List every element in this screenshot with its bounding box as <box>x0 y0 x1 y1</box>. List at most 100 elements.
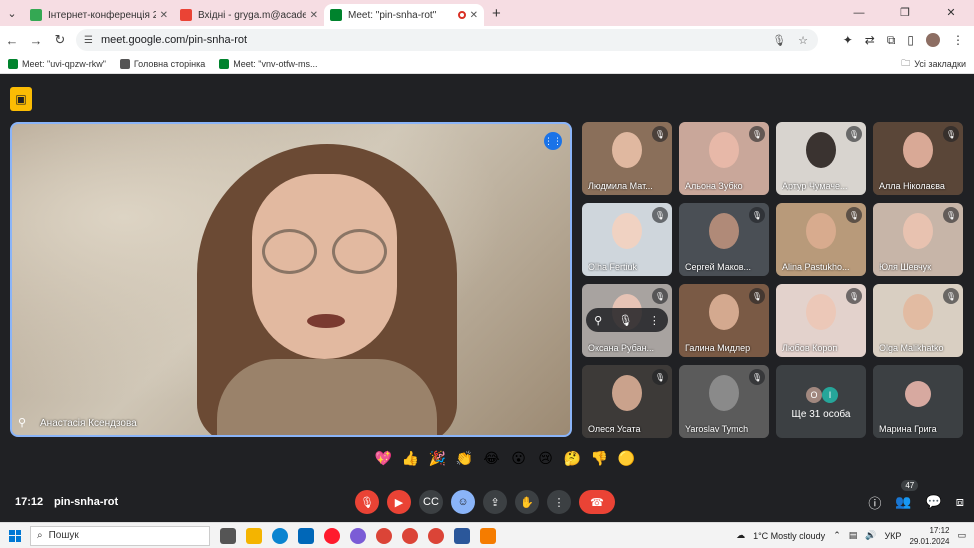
more-options-button[interactable]: ⋮ <box>547 490 571 514</box>
new-tab-button[interactable]: + <box>492 5 501 22</box>
participant-tile[interactable]: 🎙 Любов Короп <box>776 284 866 357</box>
bookmark-item[interactable]: Головна сторінка <box>119 58 205 69</box>
speaker-tile[interactable]: ⋮⋮ ⚲ Анастасія Ксендзова <box>10 122 572 437</box>
network-icon[interactable]: ▤ <box>849 530 858 541</box>
more-options-icon[interactable]: ⋮ <box>649 314 660 327</box>
pin-icon[interactable]: ⚲ <box>18 416 26 429</box>
participant-tile[interactable]: 🎙 Alina Pastukho... <box>776 203 866 276</box>
participant-tile[interactable]: 🎙 Yaroslav Tymch <box>679 365 769 438</box>
forward-icon[interactable]: → <box>24 33 48 48</box>
participant-tile[interactable]: 🎙 Алла Ніколаєва <box>873 122 963 195</box>
participant-tile[interactable]: 🎙 ⚲ 🎙 ⋮ Оксана Рубан... <box>582 284 672 357</box>
menu-dots-icon[interactable]: ⋮ <box>952 33 964 47</box>
mic-icon[interactable]: 🎙 <box>772 34 786 47</box>
reaction-emoji-button[interactable]: 🎉 <box>428 450 447 467</box>
tab-meet[interactable]: Meet: "pin-snha-rot" ✕ <box>324 4 484 26</box>
translate-icon[interactable]: ⇄ <box>865 33 875 47</box>
close-icon[interactable]: ✕ <box>310 10 318 21</box>
clock-time: 17:12 <box>929 525 950 535</box>
all-bookmarks[interactable]: 🗀 Усі закладки <box>901 56 966 72</box>
pin-icon[interactable]: ⚲ <box>594 314 602 327</box>
presentation-icon[interactable]: ▣ <box>10 87 32 111</box>
edge-icon[interactable] <box>272 527 288 544</box>
bookmark-item[interactable]: Meet: "vnv-otfw-ms... <box>219 58 317 69</box>
participant-tile[interactable]: 🎙 Юля Шевчук <box>873 203 963 276</box>
bookmark-star-icon[interactable]: ☆ <box>798 34 808 47</box>
participant-tile[interactable]: 🎙 Альона Зубко <box>679 122 769 195</box>
people-button[interactable]: 👥 47 <box>895 480 919 510</box>
activities-icon[interactable]: ⧈ <box>956 494 964 510</box>
mail-icon[interactable] <box>298 527 314 544</box>
viber-icon[interactable] <box>350 527 366 544</box>
tab-conference[interactable]: Інтернет-конференція 2024 - ✕ <box>24 4 174 26</box>
mic-off-button[interactable]: 🎙 <box>355 490 379 514</box>
participant-tile[interactable]: 🎙 Сергей Маков... <box>679 203 769 276</box>
bookmark-item[interactable]: Meet: "uvi-qpzw-rkw" <box>8 58 106 69</box>
app-icon[interactable] <box>480 527 496 544</box>
tab-gmail[interactable]: Вхідні - gryga.m@academia.vn ✕ <box>174 4 324 26</box>
reaction-emoji-button[interactable]: 😂 <box>482 450 501 467</box>
participant-tile[interactable]: 🎙 Артур Чумаче... <box>776 122 866 195</box>
volume-icon[interactable]: 🔊 <box>865 530 876 541</box>
minimize-icon[interactable]: — <box>836 0 882 26</box>
participant-face <box>612 132 642 168</box>
leave-call-button[interactable]: ☎ <box>579 490 615 514</box>
tab-search-icon[interactable]: ⌄ <box>0 0 24 26</box>
reaction-emoji-button[interactable]: 🟡 <box>617 450 636 467</box>
profile-avatar[interactable] <box>926 33 940 47</box>
chrome-icon[interactable] <box>428 527 444 544</box>
close-icon[interactable]: ✕ <box>470 10 478 21</box>
camera-off-button[interactable]: ▶ <box>387 490 411 514</box>
close-window-icon[interactable]: ✕ <box>928 0 974 26</box>
participant-tile[interactable]: 🎙 Людмила Мат... <box>582 122 672 195</box>
raise-hand-button[interactable]: ✋ <box>515 490 539 514</box>
language-indicator[interactable]: УКР <box>884 531 901 541</box>
task-view-icon[interactable] <box>220 527 236 544</box>
chat-icon[interactable]: 💬 <box>926 494 942 510</box>
captions-button[interactable]: CC <box>419 490 443 514</box>
puzzle-icon[interactable]: ⧉ <box>887 33 896 48</box>
reaction-emoji-button[interactable]: 😢 <box>536 450 555 467</box>
maximize-icon[interactable]: ❐ <box>882 0 928 26</box>
participant-face <box>806 294 836 330</box>
site-info-icon[interactable]: ☰ <box>84 35 93 46</box>
emoji-button[interactable]: ☺ <box>451 490 475 514</box>
reaction-emoji-button[interactable]: 👎 <box>590 450 609 467</box>
file-explorer-icon[interactable] <box>246 527 262 544</box>
info-icon[interactable]: ⓘ <box>868 493 881 512</box>
recording-icon <box>457 11 466 19</box>
address-bar[interactable]: ☰ meet.google.com/pin-snha-rot 🎙 ☆ <box>76 29 818 51</box>
participant-tile[interactable]: 🎙 Галина Мидлер <box>679 284 769 357</box>
participant-tile[interactable]: 🎙 Olha Fertiuk <box>582 203 672 276</box>
reaction-emoji-button[interactable]: 👏 <box>455 450 474 467</box>
tray-expand-icon[interactable]: ⌃ <box>833 530 841 541</box>
participant-face <box>903 132 933 168</box>
reaction-emoji-button[interactable]: 🤔 <box>563 450 582 467</box>
taskbar-search-input[interactable]: ⌕ Пошук <box>30 525 210 546</box>
participant-face <box>709 375 739 411</box>
reaction-emoji-button[interactable]: 💖 <box>374 450 393 467</box>
window-controls: — ❐ ✕ <box>836 0 974 26</box>
reaction-emoji-button[interactable]: 😮 <box>509 450 528 467</box>
windows-start-icon[interactable] <box>0 529 30 542</box>
opera-icon[interactable] <box>324 527 340 544</box>
clock[interactable]: 17:12 29.01.2024 <box>909 525 949 547</box>
chrome-icon[interactable] <box>402 527 418 544</box>
more-participants-tile[interactable]: O I Ще 31 особа <box>776 365 866 438</box>
reload-icon[interactable]: ↻ <box>48 32 72 48</box>
back-icon[interactable]: ← <box>0 33 24 48</box>
reaction-emoji-button[interactable]: 👍 <box>401 450 420 467</box>
participant-tile[interactable]: 🎙 Olga Malikhatko <box>873 284 963 357</box>
chrome-icon[interactable] <box>376 527 392 544</box>
extension-icon[interactable]: ✦ <box>843 33 853 47</box>
participant-tile[interactable]: Марина Грига <box>873 365 963 438</box>
weather-text[interactable]: 1°C Mostly cloudy <box>753 531 825 541</box>
word-icon[interactable] <box>454 527 470 544</box>
close-icon[interactable]: ✕ <box>160 10 168 21</box>
present-button[interactable]: ⇪ <box>483 490 507 514</box>
mic-muted-icon[interactable]: 🎙 <box>619 314 633 327</box>
sidepanel-icon[interactable]: ▯ <box>907 33 914 47</box>
notifications-icon[interactable]: ▭ <box>957 530 966 541</box>
participant-name: Марина Грига <box>879 424 937 434</box>
participant-tile[interactable]: 🎙 Олеся Усата <box>582 365 672 438</box>
